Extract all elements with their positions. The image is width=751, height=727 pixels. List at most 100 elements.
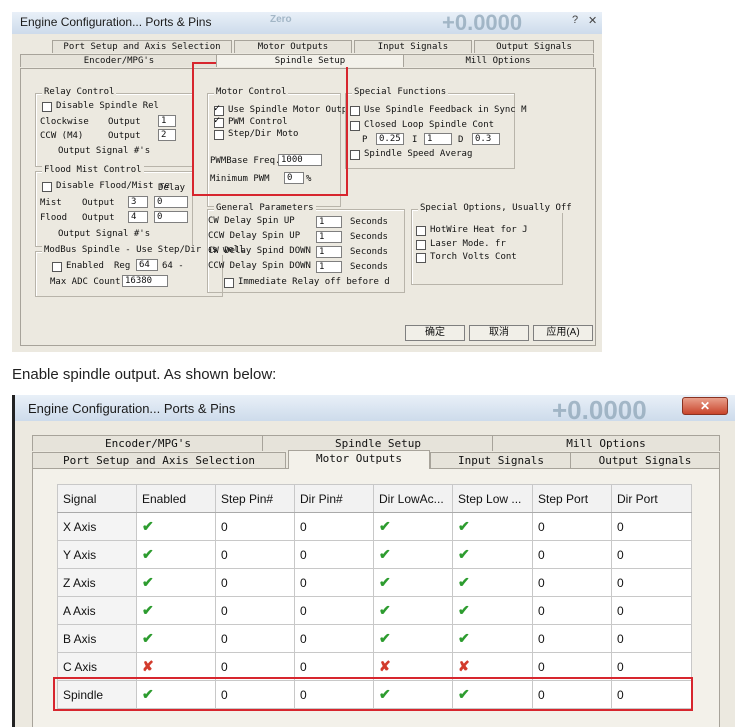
step-port-cell[interactable]: 0: [532, 652, 612, 681]
cw-delay-down-field[interactable]: 1: [316, 246, 342, 258]
dir-port-cell[interactable]: 0: [611, 540, 692, 569]
dir_low-cell[interactable]: ✔: [373, 568, 453, 597]
apply-button[interactable]: 应用(A): [533, 325, 593, 341]
mist-delay-field[interactable]: 0: [154, 196, 188, 208]
column-header[interactable]: Dir Pin#: [294, 484, 374, 513]
close-icon[interactable]: ✕: [588, 14, 597, 27]
red-x-icon[interactable]: ✘: [379, 658, 391, 674]
signal-cell[interactable]: C Axis: [57, 652, 137, 681]
tab-motor-outputs-2[interactable]: Motor Outputs: [288, 450, 430, 469]
green-check-icon[interactable]: ✔: [458, 574, 470, 590]
pwm-control-checkbox[interactable]: ✓: [214, 115, 224, 128]
green-check-icon[interactable]: ✔: [458, 630, 470, 646]
flood-output-field[interactable]: 4: [128, 211, 148, 223]
dir-port-cell[interactable]: 0: [611, 680, 692, 709]
green-check-icon[interactable]: ✔: [142, 518, 154, 534]
closed-loop-checkbox[interactable]: [350, 121, 360, 131]
green-check-icon[interactable]: ✔: [379, 574, 391, 590]
i-gain-field[interactable]: 1: [424, 133, 452, 145]
modbus-enabled-checkbox[interactable]: [52, 262, 62, 272]
tab-output-signals-2[interactable]: Output Signals: [570, 452, 720, 468]
tab-mill-options-2[interactable]: Mill Options: [492, 435, 720, 451]
green-check-icon[interactable]: ✔: [379, 602, 391, 618]
column-header[interactable]: Signal: [57, 484, 137, 513]
column-header[interactable]: Enabled: [136, 484, 216, 513]
signal-cell[interactable]: Z Axis: [57, 568, 137, 597]
step-port-cell[interactable]: 0: [532, 624, 612, 653]
disable-flood-mist-checkbox[interactable]: [42, 182, 52, 192]
step-pin-cell[interactable]: 0: [215, 624, 295, 653]
dir-port-cell[interactable]: 0: [611, 596, 692, 625]
tab-motor-outputs[interactable]: Motor Outputs: [234, 40, 352, 53]
tab-encoder-mpg-2[interactable]: Encoder/MPG's: [32, 435, 264, 451]
pwm-base-freq-field[interactable]: 1000: [278, 154, 322, 166]
tab-port-setup[interactable]: Port Setup and Axis Selection: [52, 40, 232, 53]
step_low-cell[interactable]: ✔: [452, 680, 533, 709]
signal-cell[interactable]: X Axis: [57, 512, 137, 541]
dir_low-cell[interactable]: ✔: [373, 596, 453, 625]
signal-cell[interactable]: B Axis: [57, 624, 137, 653]
green-check-icon[interactable]: ✔: [458, 546, 470, 562]
cw-output-field[interactable]: 1: [158, 115, 176, 127]
tab-input-signals[interactable]: Input Signals: [354, 40, 472, 53]
torch-volts-checkbox[interactable]: [416, 253, 426, 263]
green-check-icon[interactable]: ✔: [142, 574, 154, 590]
close-icon[interactable]: ✕: [682, 397, 728, 415]
step-port-cell[interactable]: 0: [532, 540, 612, 569]
table-row[interactable]: Spindle ✔ 0 0 ✔ ✔ 0 0: [57, 680, 692, 709]
step-port-cell[interactable]: 0: [532, 568, 612, 597]
ok-button[interactable]: 确定: [405, 325, 465, 341]
table-row[interactable]: Z Axis ✔ 0 0 ✔ ✔ 0 0: [57, 568, 692, 597]
step_low-cell[interactable]: ✔: [452, 596, 533, 625]
dir_low-cell[interactable]: ✔: [373, 540, 453, 569]
green-check-icon[interactable]: ✔: [379, 630, 391, 646]
dir-port-cell[interactable]: 0: [611, 624, 692, 653]
step_low-cell[interactable]: ✔: [452, 568, 533, 597]
green-check-icon[interactable]: ✔: [142, 602, 154, 618]
green-check-icon[interactable]: ✔: [458, 686, 470, 702]
green-check-icon[interactable]: ✔: [458, 518, 470, 534]
step_low-cell[interactable]: ✘: [452, 652, 533, 681]
hotwire-checkbox[interactable]: [416, 226, 426, 236]
column-header[interactable]: Step Port: [532, 484, 612, 513]
enabled-cell[interactable]: ✔: [136, 540, 216, 569]
ccw-delay-down-field[interactable]: 1: [316, 261, 342, 273]
enabled-cell[interactable]: ✔: [136, 624, 216, 653]
column-header[interactable]: Step Low ...: [452, 484, 533, 513]
step_low-cell[interactable]: ✔: [452, 624, 533, 653]
tab-spindle-setup[interactable]: Spindle Setup: [216, 54, 404, 67]
d-gain-field[interactable]: 0.3: [472, 133, 500, 145]
step-dir-motor-checkbox[interactable]: [214, 130, 224, 140]
enabled-cell[interactable]: ✔: [136, 568, 216, 597]
green-check-icon[interactable]: ✔: [379, 518, 391, 534]
dir_low-cell[interactable]: ✔: [373, 680, 453, 709]
green-check-icon[interactable]: ✔: [379, 686, 391, 702]
signal-cell[interactable]: Y Axis: [57, 540, 137, 569]
laser-mode-checkbox[interactable]: [416, 240, 426, 250]
dir_low-cell[interactable]: ✔: [373, 512, 453, 541]
step_low-cell[interactable]: ✔: [452, 540, 533, 569]
help-icon[interactable]: ?: [572, 14, 578, 26]
tab-mill-options[interactable]: Mill Options: [402, 54, 594, 67]
step-port-cell[interactable]: 0: [532, 512, 612, 541]
step-pin-cell[interactable]: 0: [215, 540, 295, 569]
step-pin-cell[interactable]: 0: [215, 596, 295, 625]
step-pin-cell[interactable]: 0: [215, 652, 295, 681]
step-pin-cell[interactable]: 0: [215, 680, 295, 709]
step-port-cell[interactable]: 0: [532, 680, 612, 709]
signal-cell[interactable]: A Axis: [57, 596, 137, 625]
step-pin-cell[interactable]: 0: [215, 568, 295, 597]
step_low-cell[interactable]: ✔: [452, 512, 533, 541]
max-adc-field[interactable]: 16380: [122, 275, 168, 287]
dir_low-cell[interactable]: ✔: [373, 624, 453, 653]
dir-pin-cell[interactable]: 0: [294, 568, 374, 597]
dir-port-cell[interactable]: 0: [611, 568, 692, 597]
tab-spindle-setup-2[interactable]: Spindle Setup: [262, 435, 494, 451]
tab-encoder-mpg[interactable]: Encoder/MPG's: [20, 54, 218, 67]
cw-delay-up-field[interactable]: 1: [316, 216, 342, 228]
ccw-delay-up-field[interactable]: 1: [316, 231, 342, 243]
column-header[interactable]: Dir LowAc...: [373, 484, 453, 513]
flood-delay-field[interactable]: 0: [154, 211, 188, 223]
tab-input-signals-2[interactable]: Input Signals: [430, 452, 572, 468]
dir-port-cell[interactable]: 0: [611, 652, 692, 681]
